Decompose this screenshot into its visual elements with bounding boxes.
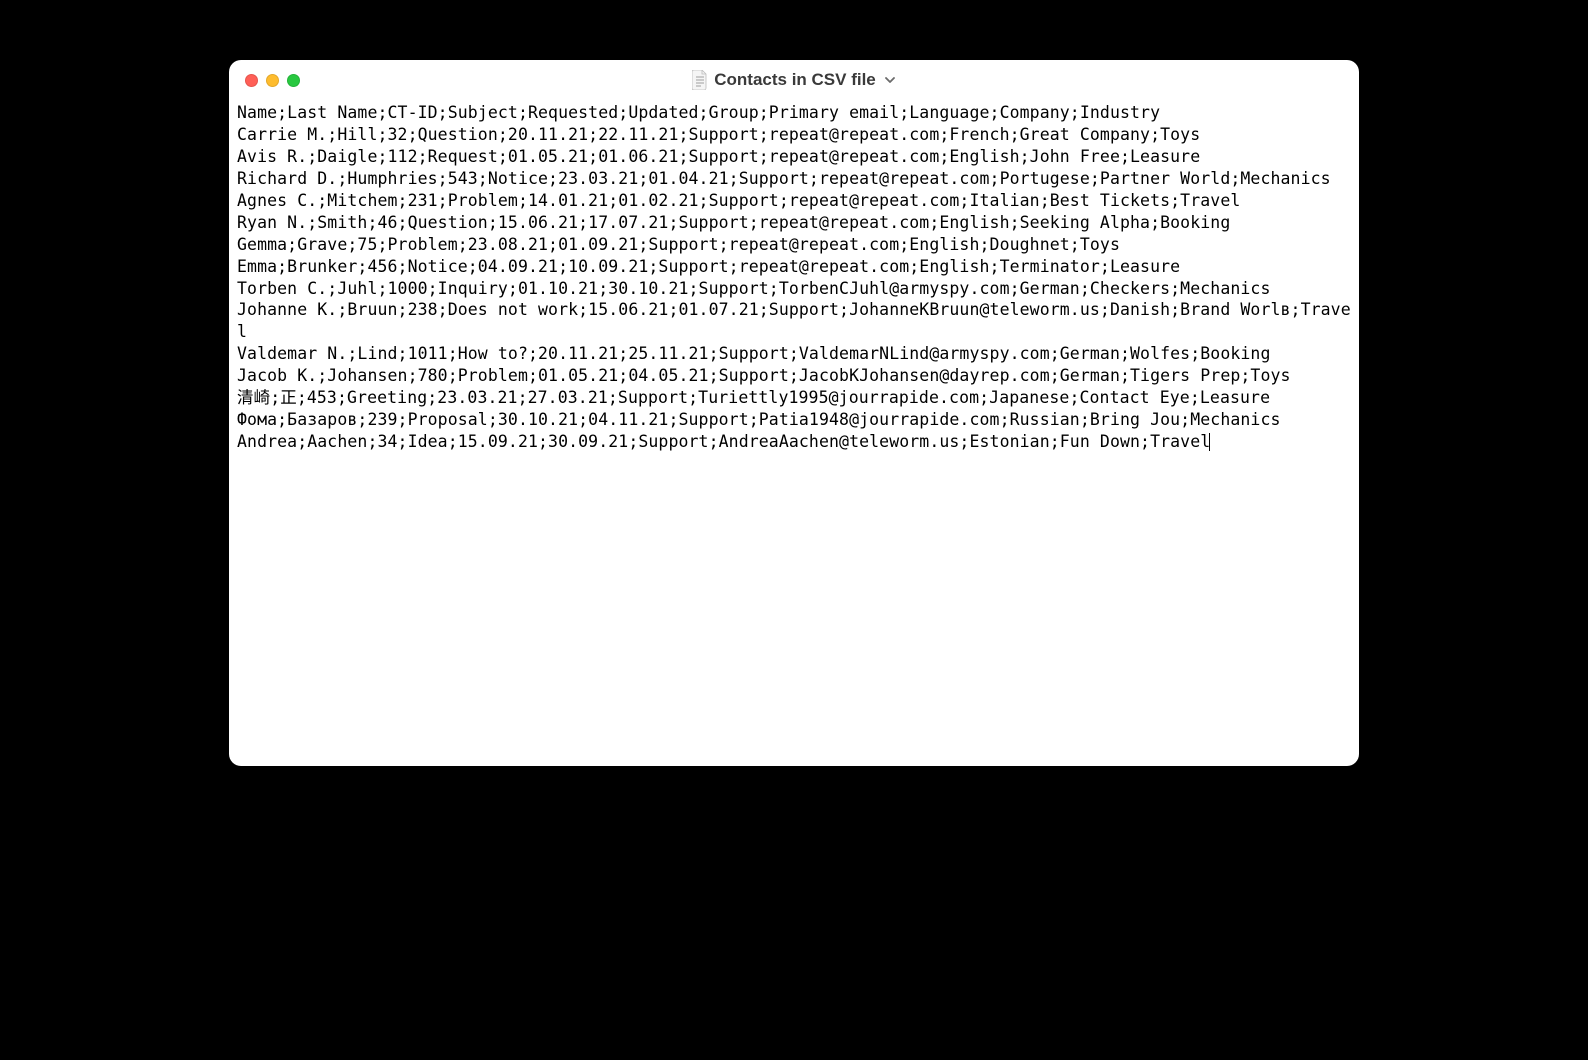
text-cursor [1209, 433, 1210, 451]
maximize-button[interactable] [287, 74, 300, 87]
text-editor-window: Contacts in CSV file Name;Last Name;CT-I… [229, 60, 1359, 766]
title-wrap: Contacts in CSV file [229, 70, 1359, 90]
text-editor-body[interactable]: Name;Last Name;CT-ID;Subject;Requested;U… [237, 102, 1351, 453]
titlebar[interactable]: Contacts in CSV file [229, 60, 1359, 100]
window-title[interactable]: Contacts in CSV file [714, 70, 876, 90]
content-area: Name;Last Name;CT-ID;Subject;Requested;U… [229, 100, 1359, 766]
close-button[interactable] [245, 74, 258, 87]
document-icon [692, 70, 708, 90]
chevron-down-icon[interactable] [884, 75, 896, 85]
minimize-button[interactable] [266, 74, 279, 87]
traffic-lights [245, 74, 300, 87]
